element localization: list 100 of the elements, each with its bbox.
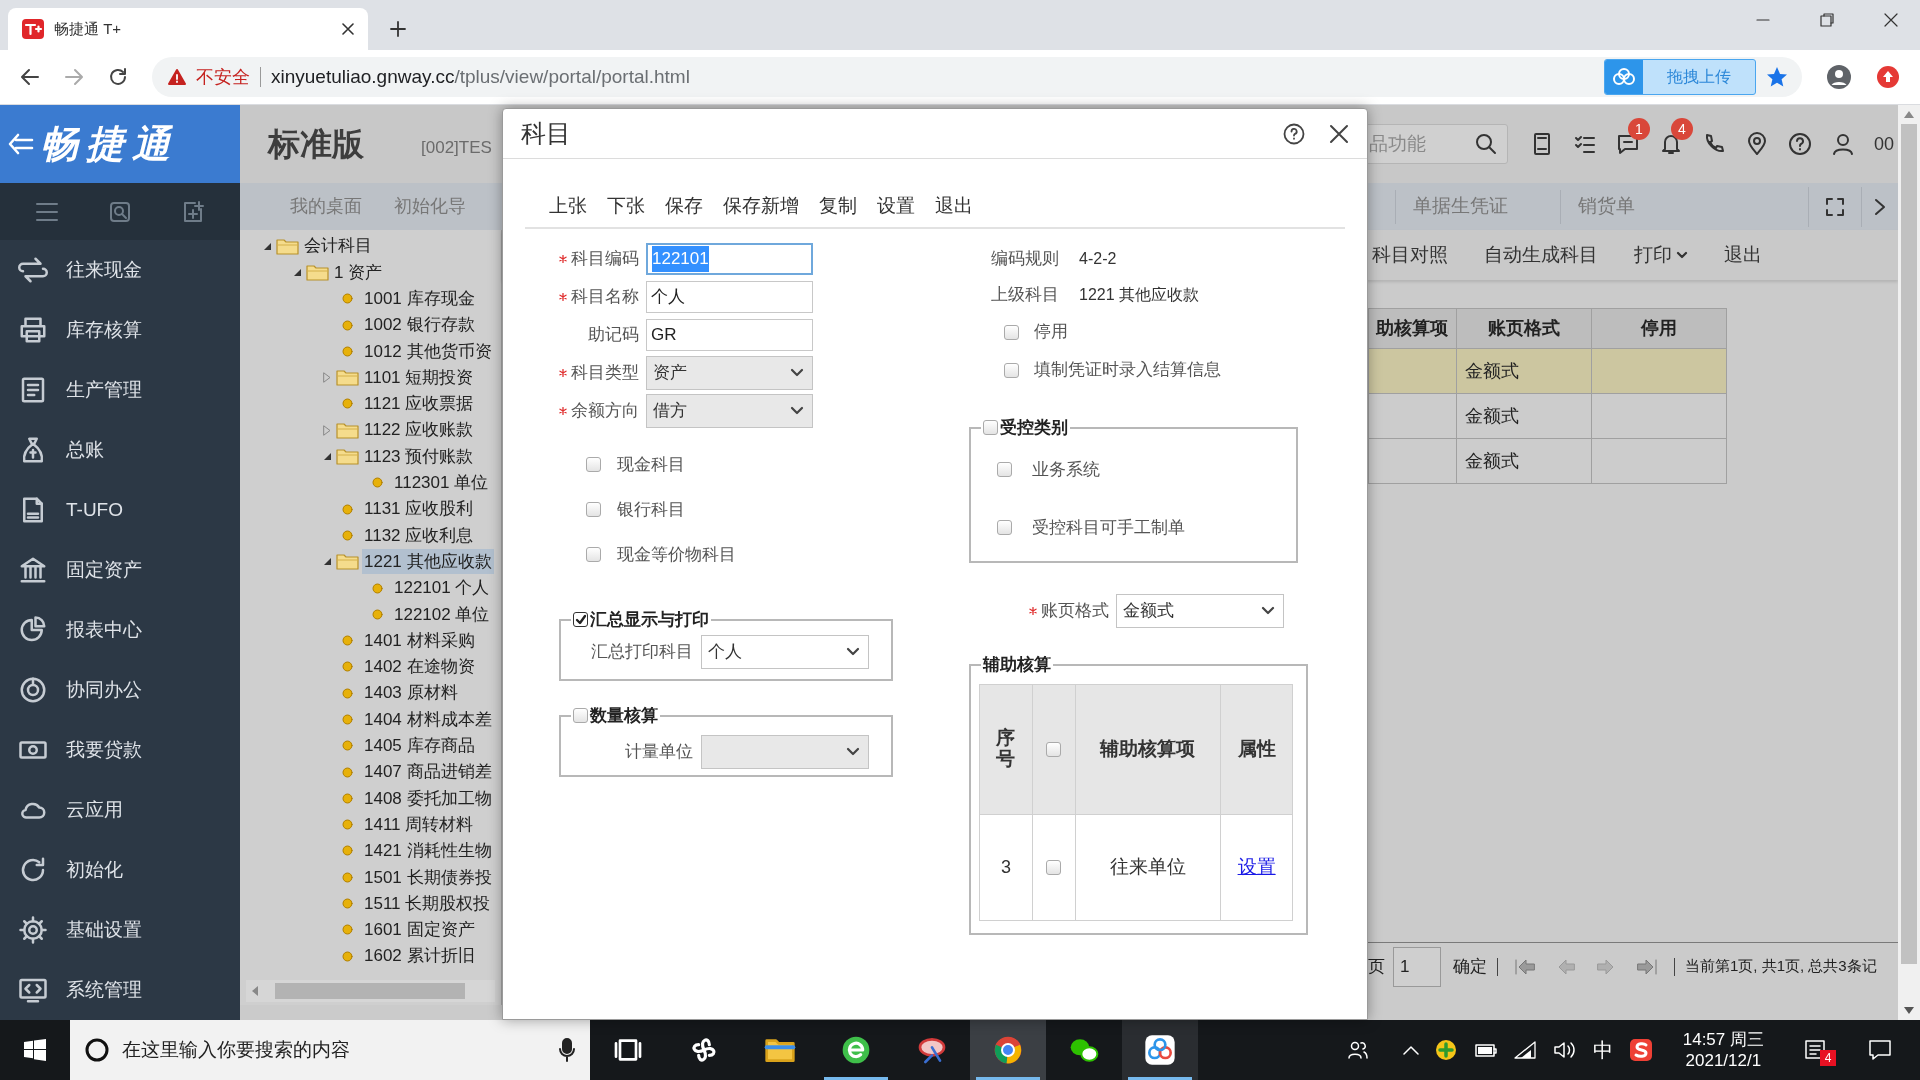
dropdown[interactable]: 金额式 xyxy=(1116,594,1284,628)
tree-item[interactable]: 1402 在途物资 xyxy=(362,654,477,680)
last-page-icon[interactable] xyxy=(1636,957,1658,976)
sidebar-item[interactable]: 初始化 xyxy=(0,840,240,900)
toolbar-button[interactable]: 保存新增 xyxy=(723,192,799,221)
battery-icon[interactable] xyxy=(1472,1042,1497,1058)
search-document-icon[interactable] xyxy=(108,199,132,224)
up-arrow-icon[interactable] xyxy=(1904,111,1914,118)
search-icon[interactable] xyxy=(1474,133,1497,155)
menu-icon[interactable] xyxy=(34,200,59,223)
tree-item[interactable]: 1511 长期股权投 xyxy=(362,890,493,917)
checkbox[interactable] xyxy=(983,420,998,436)
toolbar-button[interactable]: 复制 xyxy=(819,192,857,221)
tree-item[interactable]: 1001 库存现金 xyxy=(362,286,477,312)
tree-item[interactable]: 122102 单位 xyxy=(392,601,492,628)
toolbar-button[interactable]: 保存 xyxy=(665,192,703,221)
tree-item[interactable]: 112301 单位 xyxy=(392,470,491,496)
people-icon[interactable] xyxy=(1346,1039,1369,1061)
checkbox[interactable] xyxy=(1004,362,1019,378)
tree-item[interactable]: 1403 原材料 xyxy=(362,680,460,706)
checkbox[interactable] xyxy=(573,612,588,628)
tree-item[interactable]: 1 资产 xyxy=(332,259,385,286)
tree-item[interactable]: 122101 个人 xyxy=(392,575,492,601)
help-icon[interactable] xyxy=(1283,122,1305,145)
cloud-app-icon[interactable] xyxy=(1144,1034,1176,1066)
sidebar-item[interactable]: 库存核算 xyxy=(0,300,240,360)
checkbox[interactable] xyxy=(573,708,588,724)
tree-item[interactable]: 1121 应收票据 xyxy=(362,391,476,417)
table-row[interactable]: 金额式 xyxy=(1369,349,1727,394)
triangle-icon[interactable] xyxy=(322,557,332,567)
table-row[interactable]: 金额式 xyxy=(1369,439,1727,484)
page-field[interactable]: 1 xyxy=(1393,946,1441,987)
dropdown[interactable]: 资产 xyxy=(646,356,813,390)
action-center-icon[interactable] xyxy=(1868,1039,1892,1061)
toolbar-button[interactable]: 自动生成科目 xyxy=(1484,240,1598,270)
dropdown[interactable]: 个人 xyxy=(701,634,869,669)
sidebar-item[interactable]: 系统管理 xyxy=(0,960,240,1020)
browser-icon[interactable] xyxy=(992,1034,1024,1066)
tree-item[interactable]: 1101 短期投资 xyxy=(362,364,476,391)
table-row[interactable]: 金额式 xyxy=(1369,394,1727,439)
checkbox[interactable] xyxy=(1046,741,1062,757)
tree-item[interactable]: 1602 累计折旧 xyxy=(362,943,477,969)
tree-item[interactable]: 1132 应收利息 xyxy=(362,522,476,549)
account-icon[interactable] xyxy=(1826,64,1852,90)
checkbox[interactable] xyxy=(997,462,1012,477)
windows-logo-icon[interactable] xyxy=(24,1039,46,1061)
browser-tab[interactable]: 畅捷通 T+ xyxy=(8,8,368,50)
toolbar-button[interactable]: 退出 xyxy=(1724,240,1762,270)
tree-item[interactable]: 1401 材料采购 xyxy=(362,627,477,654)
star-icon[interactable] xyxy=(1766,66,1788,88)
tree-item[interactable]: 1404 材料成本差 xyxy=(362,706,494,733)
tree-item[interactable]: 1501 长期债券投 xyxy=(362,864,494,890)
toolbar-button[interactable]: 设置 xyxy=(877,192,915,221)
search-field[interactable]: 在这里输入你要搜索的内容 xyxy=(70,1020,590,1080)
back-arrow-icon[interactable] xyxy=(8,133,34,155)
sidebar-item[interactable]: 总账 xyxy=(0,420,240,480)
sidebar-item[interactable]: 基础设置 xyxy=(0,900,240,960)
input-method-indicator[interactable]: 中 xyxy=(1592,1035,1613,1065)
triangle-icon[interactable] xyxy=(292,267,302,277)
horizontal-scrollbar[interactable] xyxy=(246,980,495,1002)
chat-icon[interactable] xyxy=(1615,132,1640,156)
tree-item[interactable]: 1421 消耗性生物 xyxy=(362,838,494,864)
sidebar-item[interactable]: 协同办公 xyxy=(0,660,240,720)
sidebar-item[interactable]: 云应用 xyxy=(0,780,240,840)
checkbox[interactable] xyxy=(1046,859,1062,875)
address-field[interactable]: 不安全 xinyuetuliao.gnway.cc/tplus/view/portal/portal.html 拖拽上传 xyxy=(152,57,1802,97)
add-document-icon[interactable] xyxy=(181,199,206,224)
checkbox[interactable] xyxy=(1004,324,1019,340)
sidebar-item[interactable]: 我要贷款 xyxy=(0,720,240,780)
tree-item[interactable]: 1221 其他应收款 xyxy=(362,548,494,575)
plus-icon[interactable] xyxy=(390,21,406,37)
triangle-icon[interactable] xyxy=(322,452,332,461)
tree-item[interactable]: 1601 固定资产 xyxy=(362,917,477,943)
confirm-button[interactable]: 确定 xyxy=(1453,953,1487,980)
app-icon[interactable] xyxy=(1628,1038,1653,1062)
checkbox[interactable] xyxy=(997,520,1012,535)
sidebar-item[interactable]: 固定资产 xyxy=(0,540,240,600)
checkbox[interactable] xyxy=(586,457,601,472)
tree-item[interactable]: 1012 其他货币资 xyxy=(362,338,494,365)
toolbar-button[interactable]: 科目对照 xyxy=(1372,240,1448,270)
tree-item[interactable]: 1407 商品进销差 xyxy=(362,759,494,785)
sidebar-item[interactable]: 往来现金 xyxy=(0,240,240,300)
vertical-scrollbar[interactable] xyxy=(1898,105,1920,1020)
reload-icon[interactable] xyxy=(108,67,128,87)
first-page-icon[interactable] xyxy=(1514,957,1536,976)
close-icon[interactable] xyxy=(1329,123,1349,144)
caret-up-icon[interactable] xyxy=(1402,1045,1419,1055)
sidebar-item[interactable]: T-UFO xyxy=(0,480,240,540)
plus-circle-icon[interactable] xyxy=(1434,1039,1457,1061)
user-icon[interactable] xyxy=(1830,132,1855,156)
fullscreen-icon[interactable] xyxy=(1825,196,1845,217)
tree-item[interactable]: 1122 应收账款 xyxy=(362,417,476,443)
down-arrow-icon[interactable] xyxy=(1904,1007,1914,1014)
globe-e-icon[interactable] xyxy=(840,1034,872,1066)
checkbox[interactable] xyxy=(586,547,601,562)
triangle-icon[interactable] xyxy=(262,241,272,251)
tree-item[interactable]: 1405 库存商品 xyxy=(362,733,477,759)
input-field[interactable]: GR xyxy=(646,319,813,351)
toolbar-button[interactable]: 退出 xyxy=(935,192,973,221)
settings-link[interactable]: 设置 xyxy=(1237,852,1276,882)
